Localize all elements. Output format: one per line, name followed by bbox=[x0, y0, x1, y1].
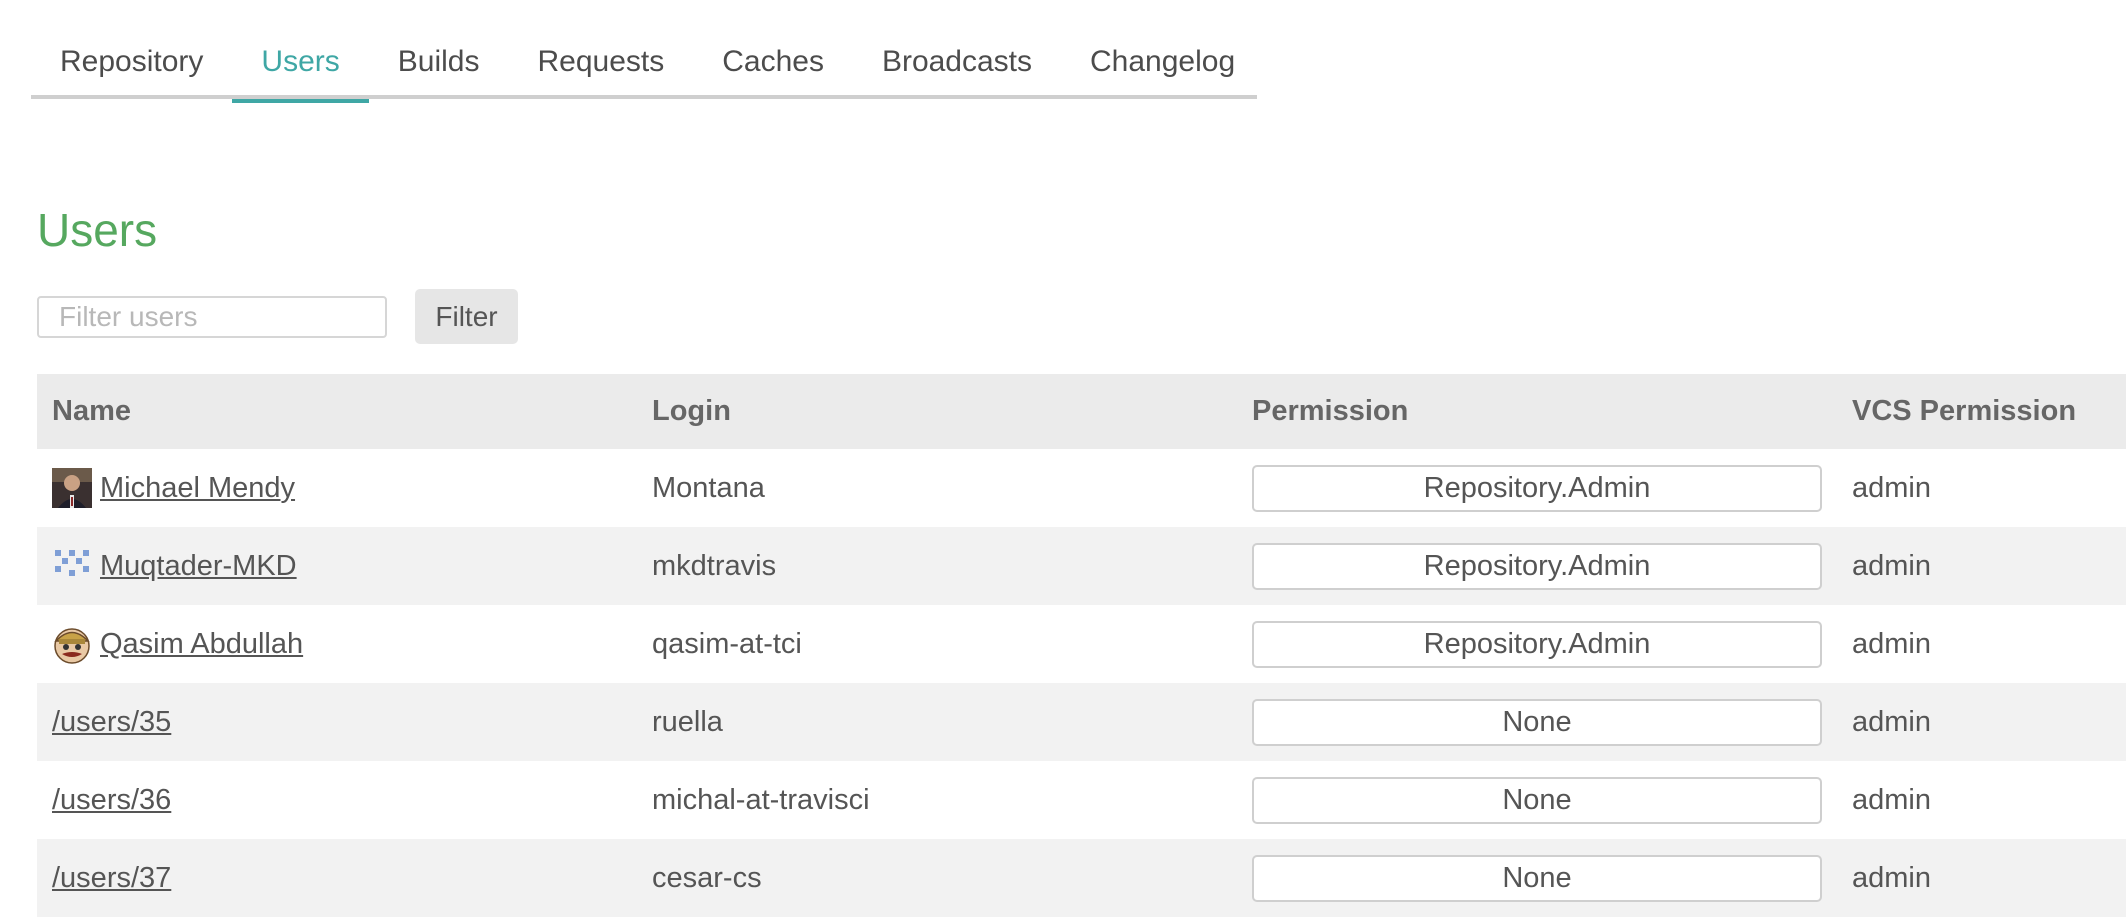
user-path-link[interactable]: /users/37 bbox=[52, 862, 171, 894]
name-cell: /users/35 bbox=[37, 683, 637, 761]
user-path-link[interactable]: /users/36 bbox=[52, 784, 171, 816]
vcs-permission-cell: admin bbox=[1837, 683, 2126, 761]
login-cell: michal-at-travisci bbox=[637, 761, 1237, 839]
tab-changelog[interactable]: Changelog bbox=[1061, 24, 1264, 99]
filter-button[interactable]: Filter bbox=[415, 289, 518, 344]
table-row: /users/37 cesar-cs None admin bbox=[37, 839, 2126, 917]
table-header-row: Name Login Permission VCS Permission bbox=[37, 374, 2126, 449]
name-cell: Michael Mendy bbox=[37, 449, 637, 527]
vcs-permission-cell: admin bbox=[1837, 527, 2126, 605]
page-title: Users bbox=[37, 204, 158, 256]
name-cell: Qasim Abdullah bbox=[37, 605, 637, 683]
tab-repository[interactable]: Repository bbox=[31, 24, 232, 99]
permission-button[interactable]: None bbox=[1252, 776, 1822, 824]
mascot-avatar bbox=[54, 628, 90, 664]
permission-button[interactable]: Repository.Admin bbox=[1252, 620, 1822, 668]
name-cell: /users/37 bbox=[37, 839, 637, 917]
table-row: /users/36 michal-at-travisci None admin bbox=[37, 761, 2126, 839]
tab-caches[interactable]: Caches bbox=[693, 24, 853, 99]
column-header-name: Name bbox=[37, 374, 637, 449]
identicon-avatar bbox=[55, 550, 89, 576]
column-header-vcs-permission: VCS Permission bbox=[1837, 374, 2126, 449]
permission-button[interactable]: Repository.Admin bbox=[1252, 542, 1822, 590]
user-photo-avatar bbox=[52, 468, 92, 508]
filter-bar: Filter bbox=[37, 289, 518, 344]
users-table: Name Login Permission VCS Permission Mic bbox=[37, 374, 2126, 917]
name-cell: Muqtader-MKD bbox=[37, 527, 637, 605]
permission-button[interactable]: None bbox=[1252, 698, 1822, 746]
permission-button[interactable]: Repository.Admin bbox=[1252, 464, 1822, 512]
column-header-permission: Permission bbox=[1237, 374, 1837, 449]
tab-requests[interactable]: Requests bbox=[508, 24, 693, 99]
table-row: Michael Mendy Montana Repository.Admin a… bbox=[37, 449, 2126, 527]
user-path-link[interactable]: /users/35 bbox=[52, 706, 171, 738]
permission-cell: Repository.Admin bbox=[1237, 527, 1837, 605]
name-cell: /users/36 bbox=[37, 761, 637, 839]
vcs-permission-cell: admin bbox=[1837, 839, 2126, 917]
tab-bar: Repository Users Builds Requests Caches … bbox=[31, 24, 1257, 103]
table-row: Muqtader-MKD mkdtravis Repository.Admin … bbox=[37, 527, 2126, 605]
column-header-login: Login bbox=[637, 374, 1237, 449]
filter-users-input[interactable] bbox=[37, 295, 387, 338]
tab-builds[interactable]: Builds bbox=[369, 24, 509, 99]
user-name-link[interactable]: Michael Mendy bbox=[100, 472, 295, 505]
table-row: Qasim Abdullah qasim-at-tci Repository.A… bbox=[37, 605, 2126, 683]
login-cell: mkdtravis bbox=[637, 527, 1237, 605]
table-row: /users/35 ruella None admin bbox=[37, 683, 2126, 761]
user-name-link[interactable]: Qasim Abdullah bbox=[100, 628, 303, 661]
login-cell: Montana bbox=[637, 449, 1237, 527]
vcs-permission-cell: admin bbox=[1837, 449, 2126, 527]
permission-cell: None bbox=[1237, 683, 1837, 761]
permission-cell: None bbox=[1237, 761, 1837, 839]
permission-cell: None bbox=[1237, 839, 1837, 917]
permission-cell: Repository.Admin bbox=[1237, 605, 1837, 683]
tab-broadcasts[interactable]: Broadcasts bbox=[853, 24, 1061, 99]
permission-button[interactable]: None bbox=[1252, 854, 1822, 902]
login-cell: cesar-cs bbox=[637, 839, 1237, 917]
user-name-link[interactable]: Muqtader-MKD bbox=[100, 550, 297, 583]
login-cell: qasim-at-tci bbox=[637, 605, 1237, 683]
vcs-permission-cell: admin bbox=[1837, 761, 2126, 839]
tab-users[interactable]: Users bbox=[232, 24, 369, 103]
permission-cell: Repository.Admin bbox=[1237, 449, 1837, 527]
vcs-permission-cell: admin bbox=[1837, 605, 2126, 683]
login-cell: ruella bbox=[637, 683, 1237, 761]
